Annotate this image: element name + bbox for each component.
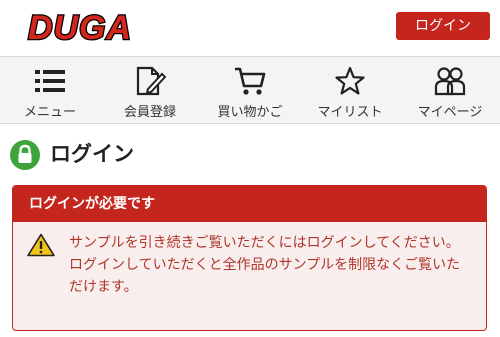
star-icon (335, 66, 365, 95)
menu-icon (35, 70, 65, 92)
nav-label-mypage: マイページ (417, 105, 483, 120)
register-icon (136, 66, 166, 96)
nav-item-mylist[interactable]: マイリスト (300, 57, 400, 123)
svg-text:DUGA: DUGA (28, 9, 132, 45)
nav-item-menu[interactable]: メニュー (0, 57, 100, 123)
cart-icon (235, 67, 266, 95)
nav-label-menu: メニュー (23, 105, 76, 120)
warning-icon (27, 233, 55, 257)
alert-message-line-1: サンプルを引き続きご覧いただくにはログインしてください。 (69, 235, 460, 251)
main-nav: メニュー 会員登録 買い物かご マイリスト マイページ (0, 56, 500, 124)
nav-item-mypage[interactable]: マイページ (400, 57, 500, 123)
nav-item-cart[interactable]: 買い物かご (200, 57, 300, 123)
login-required-alert: ログインが必要です サンプルを引き続きご覧いただくにはログインしてください。 ロ… (12, 185, 487, 331)
page-title: ログイン (50, 142, 134, 166)
nav-label-register: 会員登録 (123, 105, 176, 120)
alert-message-line-2: ログインしていただくと全作品のサンプルを制限なくご覧いただけます。 (69, 257, 461, 295)
site-header: DUGA ログイン (0, 0, 500, 56)
nav-item-register[interactable]: 会員登録 (100, 57, 200, 123)
alert-heading: ログインが必要です (13, 186, 486, 222)
header-login-button[interactable]: ログイン (396, 12, 490, 40)
nav-label-mylist: マイリスト (317, 105, 383, 120)
mypage-icon (434, 67, 466, 96)
alert-message: サンプルを引き続きご覧いただくにはログインしてください。 ログインしていただくと… (69, 232, 473, 298)
nav-label-cart: 買い物かご (217, 105, 283, 120)
duga-logo[interactable]: DUGA (10, 9, 150, 45)
lock-icon (10, 140, 40, 170)
